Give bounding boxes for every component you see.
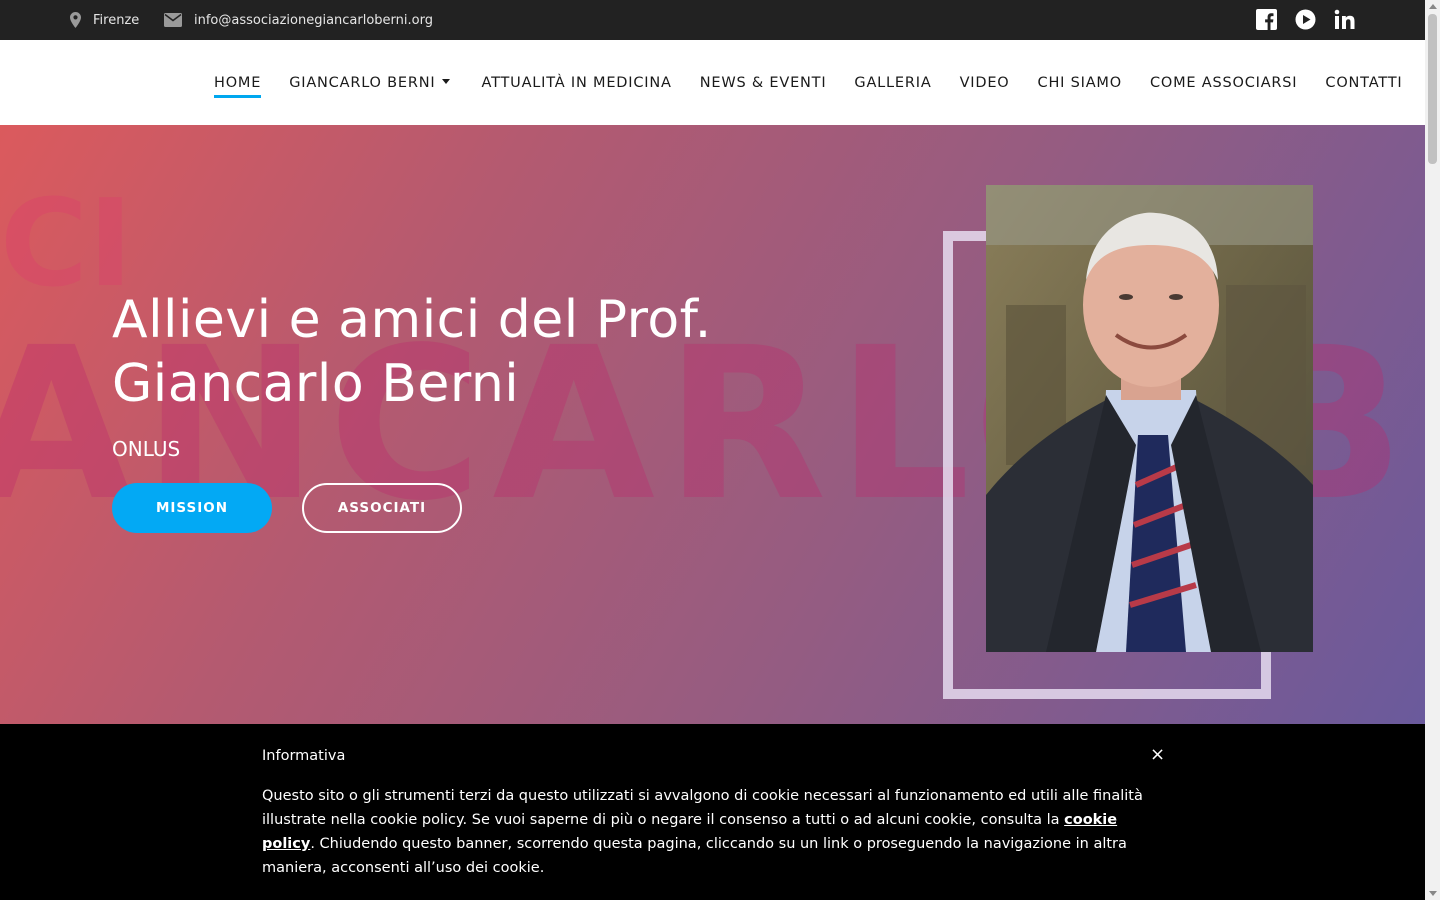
scroll-down-arrow-icon[interactable] <box>1429 891 1437 896</box>
cookie-banner: Informativa × Questo sito o gli strument… <box>0 724 1425 900</box>
nav-item-video[interactable]: VIDEO <box>960 75 1010 91</box>
top-bar: Firenze info@associazionegiancarloberni.… <box>0 0 1425 40</box>
envelope-icon <box>164 13 182 27</box>
location-text: Firenze <box>93 12 140 28</box>
email-info[interactable]: info@associazionegiancarloberni.org <box>164 0 433 40</box>
map-pin-icon <box>70 12 81 28</box>
page-scrollbar[interactable] <box>1425 0 1440 900</box>
cookie-banner-title: Informativa <box>262 748 346 764</box>
nav-item-news-eventi[interactable]: NEWS & EVENTI <box>700 75 827 91</box>
nav-item-chi-siamo[interactable]: CHI SIAMO <box>1038 75 1122 91</box>
nav-item-label: GIANCARLO BERNI <box>289 74 436 91</box>
close-icon[interactable]: × <box>1150 744 1165 765</box>
email-link[interactable]: info@associazionegiancarloberni.org <box>194 13 433 28</box>
cookie-text-before: Questo sito o gli strumenti terzi da que… <box>262 788 1143 828</box>
facebook-icon[interactable] <box>1256 9 1277 31</box>
scroll-up-arrow-icon[interactable] <box>1429 4 1437 9</box>
mission-button[interactable]: MISSION <box>112 483 272 533</box>
nav-item-home[interactable]: HOME <box>214 75 262 98</box>
cookie-banner-text: Questo sito o gli strumenti terzi da que… <box>262 784 1162 880</box>
portrait-photo <box>986 185 1313 652</box>
linkedin-icon[interactable] <box>1334 9 1355 30</box>
cookie-text-after: . Chiudendo questo banner, scorrendo que… <box>262 836 1127 876</box>
nav-item-giancarlo-berni[interactable]: GIANCARLO BERNI <box>289 74 450 91</box>
scrollbar-thumb[interactable] <box>1428 14 1437 164</box>
hero-title-line2: Giancarlo Berni <box>112 354 520 414</box>
caret-down-icon <box>441 78 450 84</box>
hero-subtitle: ONLUS <box>112 437 181 461</box>
nav-item-galleria[interactable]: GALLERIA <box>854 75 931 91</box>
hero-section: CI ANCARLO B Allievi e amici del Prof. G… <box>0 125 1425 725</box>
hero-title: Allievi e amici del Prof. Giancarlo Bern… <box>112 288 812 416</box>
main-navigation: HOME GIANCARLO BERNI ATTUALITÀ IN MEDICI… <box>0 40 1425 125</box>
nav-menu: HOME GIANCARLO BERNI ATTUALITÀ IN MEDICI… <box>214 40 1402 125</box>
location-info: Firenze <box>70 0 139 40</box>
nav-item-contatti[interactable]: CONTATTI <box>1325 75 1402 91</box>
play-icon[interactable] <box>1295 9 1316 30</box>
associati-button[interactable]: ASSOCIATI <box>302 483 462 533</box>
nav-item-come-associarsi[interactable]: COME ASSOCIARSI <box>1150 75 1297 91</box>
hero-background-letters: CI <box>0 175 133 314</box>
nav-item-attualita[interactable]: ATTUALITÀ IN MEDICINA <box>482 75 672 91</box>
hero-title-line1: Allievi e amici del Prof. <box>112 290 712 350</box>
social-links <box>1256 9 1355 31</box>
